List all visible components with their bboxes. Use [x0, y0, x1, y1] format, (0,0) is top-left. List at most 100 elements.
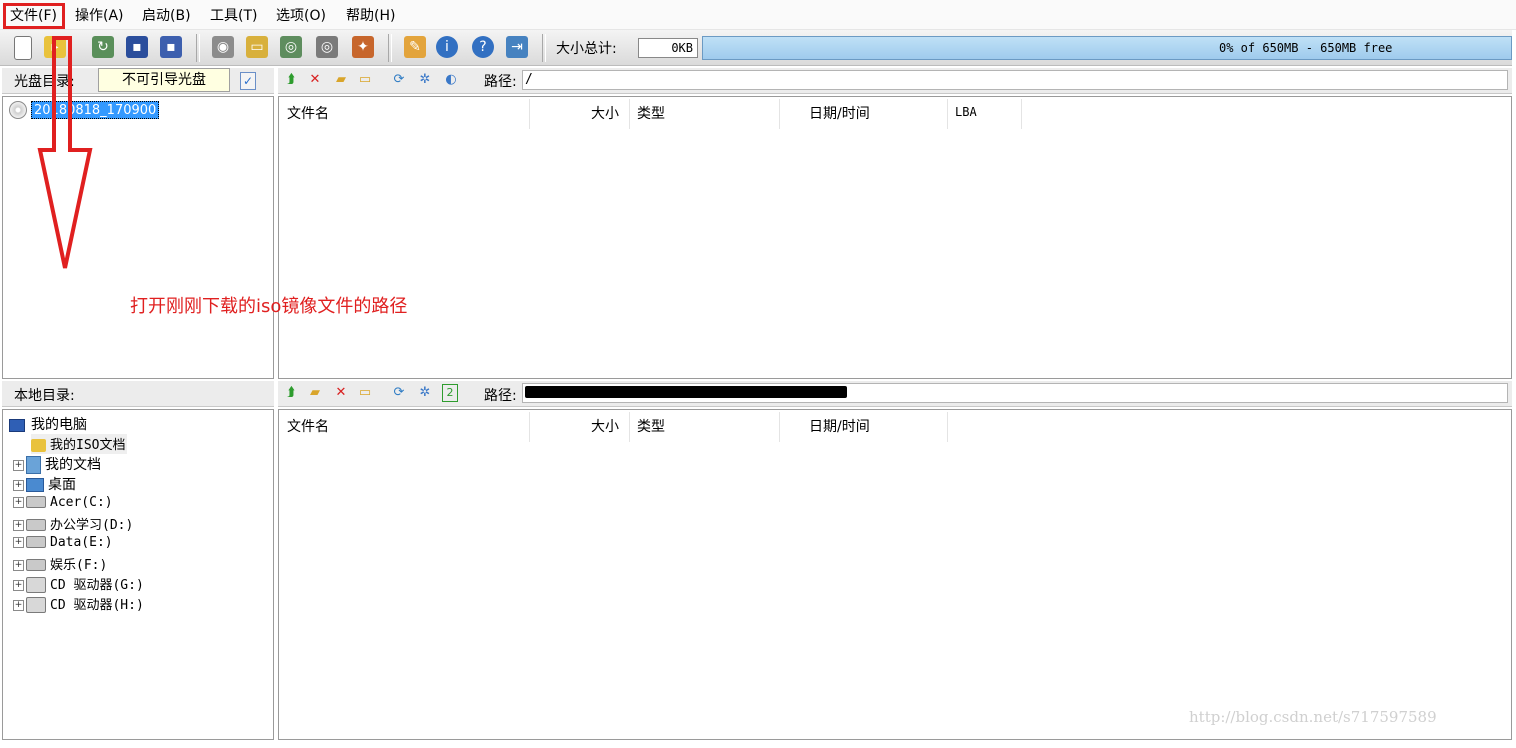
disc-icon[interactable]: ◎: [316, 36, 338, 58]
refresh-icon[interactable]: ⟳: [390, 384, 408, 402]
settings-icon[interactable]: ✲: [416, 71, 434, 89]
rename-icon[interactable]: ▭: [356, 71, 374, 89]
col-datetime[interactable]: 日期/时间: [809, 416, 870, 436]
tree-node-label: CD 驱动器(H:): [50, 598, 144, 613]
edit-icon[interactable]: ✎: [404, 36, 426, 58]
info-icon[interactable]: i: [436, 36, 458, 58]
tree-node-label: 办公学习(D:): [50, 518, 134, 533]
expand-icon[interactable]: +: [13, 496, 24, 508]
sync-icon[interactable]: 2: [442, 384, 458, 402]
col-type[interactable]: 类型: [637, 416, 665, 436]
annotation-text: 打开刚刚下载的iso镜像文件的路径: [130, 296, 408, 317]
tree-node-label: 桌面: [48, 477, 76, 493]
expand-icon[interactable]: +: [13, 519, 24, 531]
tree-node-label: 娱乐(F:): [50, 558, 108, 573]
expand-icon[interactable]: +: [13, 459, 24, 471]
drive-icon: [26, 519, 46, 531]
column-divider: [779, 99, 780, 129]
save-icon[interactable]: ▪: [126, 36, 148, 58]
local-files-toolbar: ⮭ ▰ ✕ ▭ ⟳ ✲ 2 路径:: [278, 381, 1512, 407]
expand-icon[interactable]: +: [13, 599, 24, 611]
cd-drive-icon: [26, 577, 46, 593]
col-lba[interactable]: LBA: [955, 105, 977, 119]
delete-icon[interactable]: ✕: [332, 384, 350, 402]
column-divider: [779, 412, 780, 442]
local-path-input[interactable]: [522, 383, 1508, 403]
col-filename[interactable]: 文件名: [287, 103, 329, 123]
tree-node-documents[interactable]: + 我的文档: [13, 454, 101, 474]
col-datetime[interactable]: 日期/时间: [809, 103, 870, 123]
help-icon[interactable]: ?: [472, 36, 494, 58]
capacity-text: 0% of 650MB - 650MB free: [1219, 41, 1393, 55]
disc-columns-header: 文件名 大小 类型 日期/时间 LBA: [279, 97, 1511, 131]
tree-node-cd-h[interactable]: + CD 驱动器(H:): [13, 594, 144, 614]
tree-node-cd-g[interactable]: + CD 驱动器(G:): [13, 574, 144, 594]
tree-node-drive-c[interactable]: + Acer(C:): [13, 494, 113, 514]
local-panel-title: 本地目录:: [14, 388, 75, 404]
new-folder-icon[interactable]: ▰: [332, 71, 350, 89]
total-size-label: 大小总计:: [556, 41, 617, 57]
cd-icon: [9, 101, 27, 119]
local-panel-header: 本地目录:: [2, 381, 274, 407]
disc-path-input[interactable]: /: [522, 70, 1508, 90]
expand-icon[interactable]: +: [13, 579, 24, 591]
tree-node-desktop[interactable]: + 桌面: [13, 474, 76, 494]
delete-icon[interactable]: ✕: [306, 71, 324, 89]
mount-icon[interactable]: ▭: [246, 36, 268, 58]
tree-node-iso-docs[interactable]: 我的ISO文档: [31, 434, 128, 454]
local-file-list[interactable]: 文件名 大小 类型 日期/时间 http://blog.csdn.net/s71…: [278, 409, 1512, 740]
col-size[interactable]: 大小: [591, 416, 619, 436]
local-columns-header: 文件名 大小 类型 日期/时间: [279, 410, 1511, 444]
compress-icon[interactable]: ◎: [280, 36, 302, 58]
rename-icon[interactable]: ▭: [356, 384, 374, 402]
local-tree-pane[interactable]: 我的电脑 我的ISO文档 + 我的文档 + 桌面 + Acer(C:) + 办公学习(D…: [2, 409, 274, 740]
tree-node-label: Data(E:): [50, 535, 113, 550]
expand-icon[interactable]: +: [13, 536, 24, 548]
menu-file-highlight: [3, 3, 65, 29]
tree-node-drive-d[interactable]: + 办公学习(D:): [13, 514, 133, 534]
col-type[interactable]: 类型: [637, 103, 665, 123]
capacity-bar: 0% of 650MB - 650MB free: [702, 36, 1512, 60]
new-folder-icon[interactable]: ▰: [306, 384, 324, 402]
documents-icon: [26, 456, 41, 474]
up-folder-icon[interactable]: ⮭: [282, 71, 300, 89]
settings-icon[interactable]: ✲: [416, 384, 434, 402]
disc-file-list[interactable]: 文件名 大小 类型 日期/时间 LBA: [278, 96, 1512, 379]
refresh-icon[interactable]: ⟳: [390, 71, 408, 89]
watermark: http://blog.csdn.net/s717597589: [1189, 708, 1437, 726]
tree-node-label: CD 驱动器(G:): [50, 578, 144, 593]
toolbar-separator: [542, 34, 546, 62]
tree-node-drive-f[interactable]: + 娱乐(F:): [13, 554, 107, 574]
total-size-value: 0KB: [638, 38, 698, 58]
boot-check-icon[interactable]: ✓: [240, 72, 256, 90]
column-divider: [629, 99, 630, 129]
col-filename[interactable]: 文件名: [287, 416, 329, 436]
col-size[interactable]: 大小: [591, 103, 619, 123]
disc-path-label: 路径:: [484, 74, 517, 90]
up-folder-icon[interactable]: ⮭: [282, 384, 300, 402]
burn-icon[interactable]: ◉: [212, 36, 234, 58]
column-divider: [1021, 99, 1022, 129]
save-as-icon[interactable]: ▪: [160, 36, 182, 58]
column-divider: [529, 412, 530, 442]
properties-icon[interactable]: ✦: [352, 36, 374, 58]
tree-node-drive-e[interactable]: + Data(E:): [13, 534, 113, 554]
menu-help[interactable]: 帮助(H): [346, 5, 395, 25]
exit-icon[interactable]: ⇥: [506, 36, 528, 58]
toolbar-separator: [388, 34, 392, 62]
expand-icon[interactable]: +: [13, 479, 24, 491]
menu-tools[interactable]: 工具(T): [210, 5, 257, 25]
tree-node-label: 我的电脑: [31, 417, 87, 433]
menu-options[interactable]: 选项(O): [276, 5, 326, 25]
expand-icon[interactable]: +: [13, 559, 24, 571]
view-icon[interactable]: ◐: [442, 71, 460, 89]
column-divider: [947, 99, 948, 129]
cd-drive-icon: [26, 597, 46, 613]
boot-status-box[interactable]: 不可引导光盘: [98, 68, 230, 92]
menu-boot[interactable]: 启动(B): [142, 5, 191, 25]
menu-actions[interactable]: 操作(A): [75, 5, 124, 25]
tree-node-computer[interactable]: 我的电脑: [9, 414, 87, 434]
menu-bar: 文件(F) 操作(A) 启动(B) 工具(T) 选项(O) 帮助(H): [0, 0, 1516, 30]
drive-icon: [26, 559, 46, 571]
desktop-icon: [26, 478, 44, 492]
